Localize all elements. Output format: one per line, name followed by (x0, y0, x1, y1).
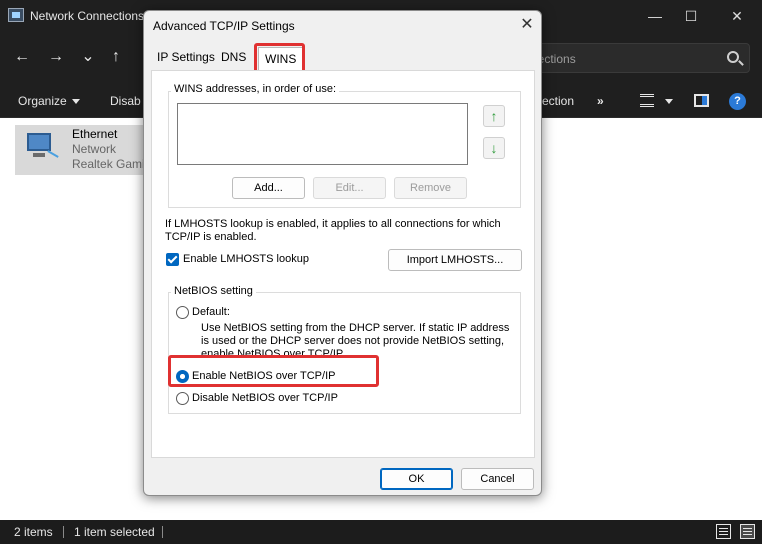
netbios-default-desc-line1: Use NetBIOS setting from the DHCP server… (201, 322, 510, 334)
enable-lmhosts-label: Enable LMHOSTS lookup (183, 253, 309, 265)
wins-tab-highlight (254, 43, 305, 73)
move-up-arrow-icon[interactable]: ↑ (483, 105, 505, 127)
search-input[interactable]: nections (520, 43, 750, 73)
layout-options-icon[interactable] (640, 94, 654, 107)
disable-device-button[interactable]: Disab (110, 94, 141, 108)
up-icon[interactable]: ↑ (105, 46, 127, 68)
netbios-default-label: Default: (192, 306, 230, 318)
cancel-button[interactable]: Cancel (461, 468, 534, 490)
items-count: 2 items (14, 525, 53, 539)
status-divider (162, 526, 163, 538)
lmhosts-note-line2: TCP/IP is enabled. (165, 231, 257, 243)
back-icon[interactable]: ← (11, 46, 33, 68)
tab-dns[interactable]: DNS (221, 50, 246, 70)
maximize-button[interactable]: ☐ (674, 4, 708, 28)
network-connections-icon (8, 8, 24, 22)
details-pane-icon[interactable] (694, 94, 709, 107)
wins-addresses-label: WINS addresses, in order of use: (171, 83, 340, 95)
wins-addresses-list[interactable] (177, 103, 468, 165)
enable-lmhosts-checkbox[interactable] (166, 253, 179, 266)
dialog-title: Advanced TCP/IP Settings (153, 19, 295, 33)
close-window-button[interactable]: ✕ (720, 4, 754, 28)
organize-menu[interactable]: Organize (18, 94, 80, 108)
network-adapter-icon (21, 131, 59, 161)
forward-icon[interactable]: → (45, 46, 67, 68)
status-bar: 2 items 1 item selected (0, 520, 762, 544)
disable-netbios-label: Disable NetBIOS over TCP/IP (192, 392, 338, 404)
more-commands-button[interactable]: » (597, 94, 604, 108)
add-button[interactable]: Add... (232, 177, 305, 199)
explorer-title: Network Connections (30, 9, 145, 23)
netbios-default-desc-line2: is used or the DHCP server does not prov… (201, 335, 505, 347)
enable-netbios-highlight (168, 355, 379, 387)
status-divider (63, 526, 64, 538)
edit-button[interactable]: Edit... (313, 177, 386, 199)
connection-device: Realtek Gami (72, 157, 145, 171)
wins-tab-panel: WINS addresses, in order of use: ↑ ↓ Add… (151, 70, 535, 458)
netbios-default-radio[interactable] (176, 306, 189, 319)
disable-netbios-radio[interactable] (176, 392, 189, 405)
ok-button[interactable]: OK (380, 468, 453, 490)
connection-name: Ethernet (72, 127, 118, 141)
import-lmhosts-button[interactable]: Import LMHOSTS... (388, 249, 522, 271)
lmhosts-note-line1: If LMHOSTS lookup is enabled, it applies… (165, 218, 501, 230)
tab-ip-settings[interactable]: IP Settings (157, 50, 215, 70)
remove-button[interactable]: Remove (394, 177, 467, 199)
netbios-group-label: NetBIOS setting (171, 285, 256, 297)
chevron-down-icon (71, 99, 80, 105)
recent-locations-icon[interactable]: ⌄ (77, 46, 99, 68)
layout-dropdown-icon[interactable] (665, 99, 673, 104)
ethernet-connection-item[interactable]: Ethernet Network Realtek Gami (15, 125, 150, 175)
move-down-arrow-icon[interactable]: ↓ (483, 137, 505, 159)
advanced-tcpip-dialog: Advanced TCP/IP Settings ✕ IP Settings D… (143, 10, 542, 496)
connection-status: Network (72, 142, 117, 156)
tiles-view-icon[interactable] (740, 524, 755, 539)
minimize-button[interactable]: — (638, 4, 672, 28)
dialog-close-button[interactable]: ✕ (516, 14, 538, 36)
details-view-icon[interactable] (716, 524, 731, 539)
selected-count: 1 item selected (74, 525, 155, 539)
connection-button[interactable]: ection (542, 94, 574, 108)
search-icon (727, 51, 739, 63)
help-icon[interactable]: ? (729, 93, 746, 110)
